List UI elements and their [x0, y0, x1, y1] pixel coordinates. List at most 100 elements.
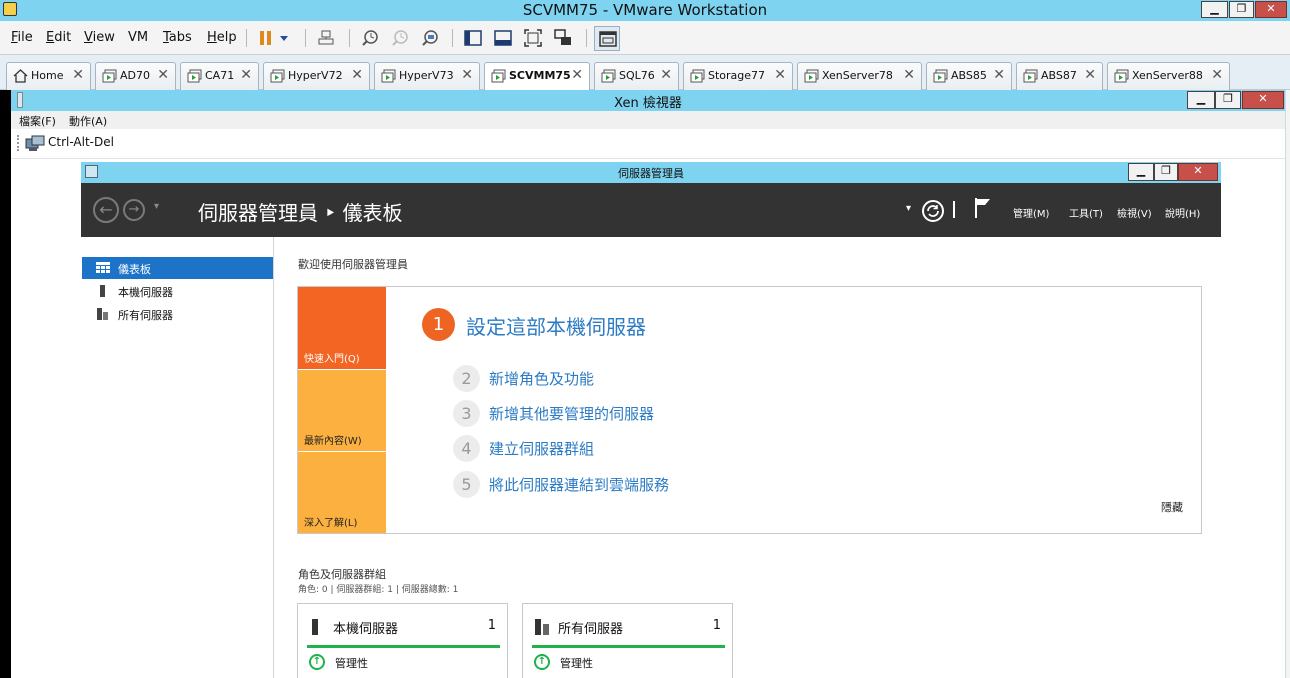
sidebar-item-all-servers[interactable]: 所有伺服器	[82, 303, 273, 325]
tile-all-servers[interactable]: 所有伺服器 1 ↑ 管理性	[522, 603, 733, 678]
tile-status-manageability[interactable]: 管理性	[560, 655, 593, 671]
menu-help[interactable]: 說明(H)	[1165, 205, 1200, 220]
toolbar-separator	[349, 29, 350, 47]
history-dropdown-icon[interactable]: ▾	[154, 201, 159, 212]
tile-status-manageability[interactable]: 管理性	[335, 655, 368, 671]
sidebar-item-dashboard[interactable]: 儀表板	[82, 257, 273, 279]
xen-menu-file[interactable]: 檔案(F)	[19, 113, 56, 129]
ctrl-alt-del-button[interactable]: Ctrl-Alt-Del	[48, 135, 114, 149]
tab-label: SCVMM75	[509, 69, 571, 82]
tab-close-icon[interactable]: ✕	[72, 67, 84, 83]
menu-manage[interactable]: 管理(M)	[1013, 205, 1049, 220]
vm-icon	[381, 69, 396, 83]
roles-summary: 角色: 0 | 伺服器群組: 1 | 伺服器總數: 1	[298, 585, 459, 595]
unity-icon[interactable]	[554, 29, 572, 47]
tab-abs87[interactable]: ABS87 ✕	[1016, 62, 1103, 90]
menu-view[interactable]: 檢視(V)	[1117, 205, 1152, 220]
show-library-icon[interactable]	[464, 29, 482, 47]
full-screen-icon[interactable]	[524, 29, 542, 47]
forward-button[interactable]: →	[123, 199, 145, 221]
xen-menubar: 檔案(F) 動作(A)	[11, 111, 1285, 129]
menu-help[interactable]: Help	[207, 30, 237, 45]
tab-close-icon[interactable]: ✕	[571, 67, 583, 83]
vm-tabbar: Home ✕ AD70 ✕ CA71 ✕ HyperV72 ✕ HyperV73…	[0, 55, 1290, 91]
tab-xenserver78[interactable]: XenServer78 ✕	[797, 62, 922, 90]
tab-abs85[interactable]: ABS85 ✕	[926, 62, 1012, 90]
close-button[interactable]: ✕	[1255, 1, 1287, 18]
tab-hyperv73[interactable]: HyperV73 ✕	[374, 62, 480, 90]
tab-close-icon[interactable]: ✕	[993, 67, 1005, 83]
hide-link[interactable]: 隱藏	[1161, 499, 1183, 515]
roles-heading: 角色及伺服器群組	[298, 568, 386, 581]
server-manager-header: ← → ▾ 伺服器管理員 ‣ 儀表板 ▾ 管理(M) 工具(T) 檢視(V) 說…	[81, 183, 1221, 237]
sm-minimize-button[interactable]: ▁	[1128, 163, 1154, 181]
vmware-menubar: File Edit View VM Tabs Help	[0, 21, 1290, 55]
menu-tabs[interactable]: Tabs	[163, 30, 192, 45]
xen-close-button[interactable]: ✕	[1242, 91, 1284, 109]
tab-close-icon[interactable]: ✕	[240, 67, 252, 83]
menu-edit[interactable]: Edit	[46, 30, 71, 45]
all-servers-icon	[97, 308, 108, 320]
console-view-button[interactable]	[594, 26, 620, 51]
tab-scvmm75[interactable]: SCVMM75 ✕	[484, 62, 590, 91]
sidebar-item-local-server[interactable]: 本機伺服器	[82, 280, 273, 302]
quickstart-block-learn-more[interactable]: 深入了解(L)	[298, 452, 386, 533]
quickstart-block-whats-new[interactable]: 最新內容(W)	[298, 370, 386, 451]
menu-view[interactable]: View	[84, 30, 115, 45]
refresh-icon[interactable]	[921, 199, 945, 223]
block-label: 最新內容(W)	[304, 436, 362, 447]
tab-close-icon[interactable]: ✕	[774, 67, 786, 83]
tab-close-icon[interactable]: ✕	[461, 67, 473, 83]
breadcrumb: 伺服器管理員 ‣ 儀表板	[198, 201, 403, 225]
xen-restore-button[interactable]: ❐	[1215, 91, 1241, 109]
show-thumbnail-bar-icon[interactable]	[494, 29, 512, 47]
menu-vm[interactable]: VM	[128, 30, 148, 45]
xen-menu-action[interactable]: 動作(A)	[69, 113, 107, 129]
tab-close-icon[interactable]: ✕	[1084, 67, 1096, 83]
sidebar-label: 所有伺服器	[118, 309, 173, 322]
tab-label: CA71	[205, 69, 235, 82]
tab-label: HyperV72	[288, 69, 343, 82]
refresh-dropdown-icon[interactable]: ▾	[906, 203, 911, 214]
menu-file[interactable]: File	[11, 30, 33, 45]
tab-close-icon[interactable]: ✕	[351, 67, 363, 83]
tab-label: Home	[31, 69, 64, 82]
tab-hyperv72[interactable]: HyperV72 ✕	[263, 62, 370, 90]
vm-icon	[690, 69, 705, 83]
restore-button[interactable]: ❐	[1229, 1, 1254, 18]
snapshot-manager-icon[interactable]	[421, 29, 439, 47]
tab-ad70[interactable]: AD70 ✕	[95, 62, 176, 90]
step-text: 設定這部本機伺服器	[466, 315, 646, 339]
tab-close-icon[interactable]: ✕	[903, 67, 915, 83]
tile-local-server[interactable]: 本機伺服器 1 ↑ 管理性	[297, 603, 508, 678]
server-manager-titlebar: 伺服器管理員 ▁ ❐ ✕	[81, 162, 1221, 183]
pause-icon[interactable]	[258, 29, 290, 47]
tab-ca71[interactable]: CA71 ✕	[180, 62, 259, 90]
status-ok-icon: ↑	[534, 654, 550, 670]
back-button[interactable]: ←	[93, 197, 119, 223]
home-icon	[13, 69, 28, 83]
status-bar	[532, 645, 725, 648]
tab-close-icon[interactable]: ✕	[1211, 67, 1223, 83]
tab-xenserver88[interactable]: XenServer88 ✕	[1107, 62, 1230, 90]
sm-close-button[interactable]: ✕	[1178, 163, 1218, 181]
snapshot-take-icon[interactable]	[361, 29, 379, 47]
sm-restore-button[interactable]: ❐	[1154, 163, 1178, 181]
tab-label: HyperV73	[399, 69, 454, 82]
snapshot-revert-icon[interactable]	[391, 29, 409, 47]
menu-tools[interactable]: 工具(T)	[1069, 205, 1103, 220]
tab-close-icon[interactable]: ✕	[660, 67, 672, 83]
tab-home[interactable]: Home ✕	[6, 62, 91, 90]
tile-count: 1	[487, 618, 496, 633]
tab-sql76[interactable]: SQL76 ✕	[594, 62, 679, 90]
quickstart-block-quick-start[interactable]: 快速入門(Q)	[298, 287, 386, 369]
minimize-button[interactable]: ▁	[1201, 1, 1228, 18]
tile-count: 1	[712, 618, 721, 633]
send-ctrl-alt-del-icon[interactable]	[317, 29, 335, 47]
xen-minimize-button[interactable]: ▁	[1187, 91, 1215, 109]
notifications-flag-icon[interactable]	[974, 197, 992, 219]
header-divider	[953, 201, 955, 218]
tab-label: ABS85	[951, 69, 987, 82]
tab-storage77[interactable]: Storage77 ✕	[683, 62, 793, 90]
tab-close-icon[interactable]: ✕	[157, 67, 169, 83]
